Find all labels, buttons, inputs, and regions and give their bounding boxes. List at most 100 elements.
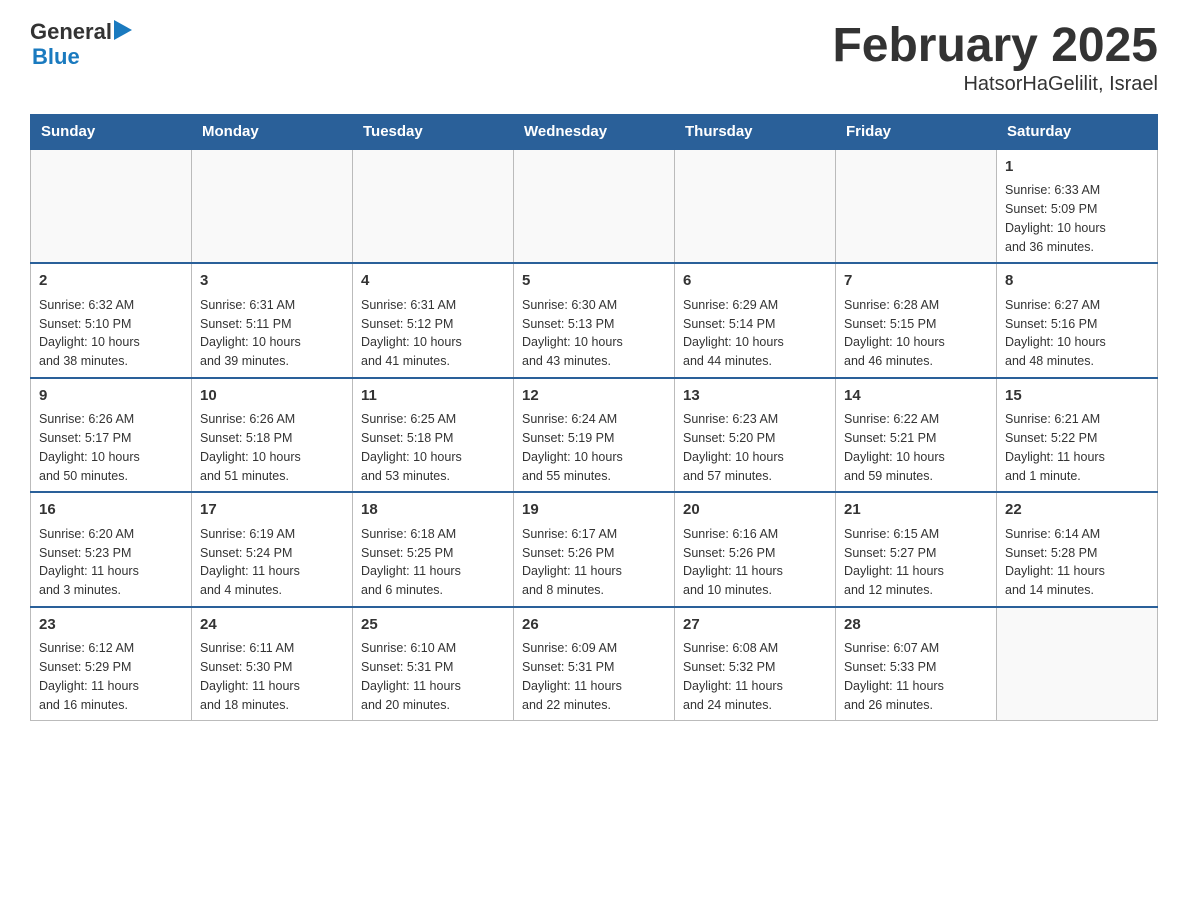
day-info-line: Sunrise: 6:19 AM [200, 525, 344, 544]
logo: General Blue [30, 20, 134, 70]
day-info-line: Sunset: 5:19 PM [522, 429, 666, 448]
day-info-line: and 48 minutes. [1005, 352, 1149, 371]
day-info-line: and 8 minutes. [522, 581, 666, 600]
day-info-line: Sunset: 5:09 PM [1005, 200, 1149, 219]
day-info-line: and 36 minutes. [1005, 238, 1149, 257]
calendar-cell: 23Sunrise: 6:12 AMSunset: 5:29 PMDayligh… [31, 607, 192, 721]
day-info-line: and 4 minutes. [200, 581, 344, 600]
day-info-line: Sunset: 5:29 PM [39, 658, 183, 677]
day-number: 8 [1005, 270, 1149, 293]
calendar-cell: 22Sunrise: 6:14 AMSunset: 5:28 PMDayligh… [997, 492, 1158, 607]
day-info-line: Sunset: 5:18 PM [361, 429, 505, 448]
day-info-line: Sunrise: 6:08 AM [683, 639, 827, 658]
day-info-line: Daylight: 10 hours [683, 448, 827, 467]
day-number: 5 [522, 270, 666, 293]
day-number: 7 [844, 270, 988, 293]
calendar-cell: 8Sunrise: 6:27 AMSunset: 5:16 PMDaylight… [997, 263, 1158, 378]
day-info-line: Sunset: 5:20 PM [683, 429, 827, 448]
day-info-line: and 10 minutes. [683, 581, 827, 600]
day-info-line: Sunrise: 6:26 AM [200, 410, 344, 429]
calendar-cell: 27Sunrise: 6:08 AMSunset: 5:32 PMDayligh… [675, 607, 836, 721]
day-info-line: Sunset: 5:15 PM [844, 315, 988, 334]
day-number: 10 [200, 385, 344, 408]
day-info-line: and 3 minutes. [39, 581, 183, 600]
logo-text-blue: Blue [32, 44, 80, 70]
day-number: 19 [522, 499, 666, 522]
day-info-line: and 39 minutes. [200, 352, 344, 371]
day-number: 12 [522, 385, 666, 408]
day-number: 2 [39, 270, 183, 293]
day-info-line: Sunrise: 6:30 AM [522, 296, 666, 315]
calendar-cell: 9Sunrise: 6:26 AMSunset: 5:17 PMDaylight… [31, 378, 192, 493]
day-info-line: Daylight: 11 hours [683, 677, 827, 696]
day-info-line: Daylight: 11 hours [1005, 562, 1149, 581]
week-row-5: 23Sunrise: 6:12 AMSunset: 5:29 PMDayligh… [31, 607, 1158, 721]
calendar-cell: 25Sunrise: 6:10 AMSunset: 5:31 PMDayligh… [353, 607, 514, 721]
week-row-4: 16Sunrise: 6:20 AMSunset: 5:23 PMDayligh… [31, 492, 1158, 607]
day-info-line: and 38 minutes. [39, 352, 183, 371]
week-row-2: 2Sunrise: 6:32 AMSunset: 5:10 PMDaylight… [31, 263, 1158, 378]
day-info-line: Sunset: 5:10 PM [39, 315, 183, 334]
calendar-cell: 16Sunrise: 6:20 AMSunset: 5:23 PMDayligh… [31, 492, 192, 607]
calendar-cell: 10Sunrise: 6:26 AMSunset: 5:18 PMDayligh… [192, 378, 353, 493]
day-info-line: Daylight: 10 hours [522, 448, 666, 467]
day-info-line: Daylight: 10 hours [39, 448, 183, 467]
calendar-cell: 5 Sunrise: 6:30 AMSunset: 5:13 PMDaylight… [514, 263, 675, 378]
day-number: 23 [39, 614, 183, 637]
day-info-line: Sunset: 5:18 PM [200, 429, 344, 448]
day-info-line: and 6 minutes. [361, 581, 505, 600]
header-tuesday: Tuesday [353, 114, 514, 149]
day-info-line: Daylight: 11 hours [683, 562, 827, 581]
day-info-line: Daylight: 10 hours [1005, 219, 1149, 238]
day-info-line: and 1 minute. [1005, 467, 1149, 486]
day-info-line: and 59 minutes. [844, 467, 988, 486]
calendar-cell: 14Sunrise: 6:22 AMSunset: 5:21 PMDayligh… [836, 378, 997, 493]
day-number: 14 [844, 385, 988, 408]
calendar-table: Sunday Monday Tuesday Wednesday Thursday… [30, 114, 1158, 722]
day-info-line: Daylight: 10 hours [522, 333, 666, 352]
day-info-line: and 43 minutes. [522, 352, 666, 371]
day-info-line: Sunrise: 6:29 AM [683, 296, 827, 315]
day-info-line: Sunset: 5:27 PM [844, 544, 988, 563]
day-info-line: Sunset: 5:12 PM [361, 315, 505, 334]
day-info-line: Sunrise: 6:27 AM [1005, 296, 1149, 315]
day-number: 6 [683, 270, 827, 293]
day-info-line: Sunset: 5:13 PM [522, 315, 666, 334]
calendar-cell: 11Sunrise: 6:25 AMSunset: 5:18 PMDayligh… [353, 378, 514, 493]
day-info-line: Sunset: 5:31 PM [361, 658, 505, 677]
calendar-cell [836, 149, 997, 264]
day-info-line: Daylight: 10 hours [200, 333, 344, 352]
week-row-3: 9Sunrise: 6:26 AMSunset: 5:17 PMDaylight… [31, 378, 1158, 493]
day-info-line: Sunrise: 6:26 AM [39, 410, 183, 429]
calendar-cell: 6Sunrise: 6:29 AMSunset: 5:14 PMDaylight… [675, 263, 836, 378]
day-info-line: Daylight: 11 hours [39, 562, 183, 581]
calendar-cell: 28Sunrise: 6:07 AMSunset: 5:33 PMDayligh… [836, 607, 997, 721]
day-info-line: Daylight: 10 hours [39, 333, 183, 352]
calendar-cell [997, 607, 1158, 721]
day-info-line: Daylight: 11 hours [522, 562, 666, 581]
day-info-line: and 18 minutes. [200, 696, 344, 715]
calendar-cell: 15Sunrise: 6:21 AMSunset: 5:22 PMDayligh… [997, 378, 1158, 493]
day-info-line: Sunrise: 6:18 AM [361, 525, 505, 544]
calendar-cell: 1Sunrise: 6:33 AMSunset: 5:09 PMDaylight… [997, 149, 1158, 264]
day-info-line: and 51 minutes. [200, 467, 344, 486]
day-number: 13 [683, 385, 827, 408]
day-info-line: Sunset: 5:17 PM [39, 429, 183, 448]
day-info-line: Sunrise: 6:16 AM [683, 525, 827, 544]
calendar-cell: 24Sunrise: 6:11 AMSunset: 5:30 PMDayligh… [192, 607, 353, 721]
day-info-line: Daylight: 10 hours [683, 333, 827, 352]
header-saturday: Saturday [997, 114, 1158, 149]
weekday-header-row: Sunday Monday Tuesday Wednesday Thursday… [31, 114, 1158, 149]
day-info-line: Sunrise: 6:20 AM [39, 525, 183, 544]
day-info-line: Daylight: 11 hours [522, 677, 666, 696]
day-info-line: Sunrise: 6:24 AM [522, 410, 666, 429]
page-header: General Blue February 2025 HatsorHaGelil… [30, 20, 1158, 96]
day-info-line: and 41 minutes. [361, 352, 505, 371]
day-number: 1 [1005, 156, 1149, 179]
day-number: 21 [844, 499, 988, 522]
day-info-line: Daylight: 10 hours [1005, 333, 1149, 352]
day-info-line: Daylight: 11 hours [844, 562, 988, 581]
calendar-title: February 2025 [832, 20, 1158, 73]
day-number: 27 [683, 614, 827, 637]
calendar-cell: 19Sunrise: 6:17 AMSunset: 5:26 PMDayligh… [514, 492, 675, 607]
